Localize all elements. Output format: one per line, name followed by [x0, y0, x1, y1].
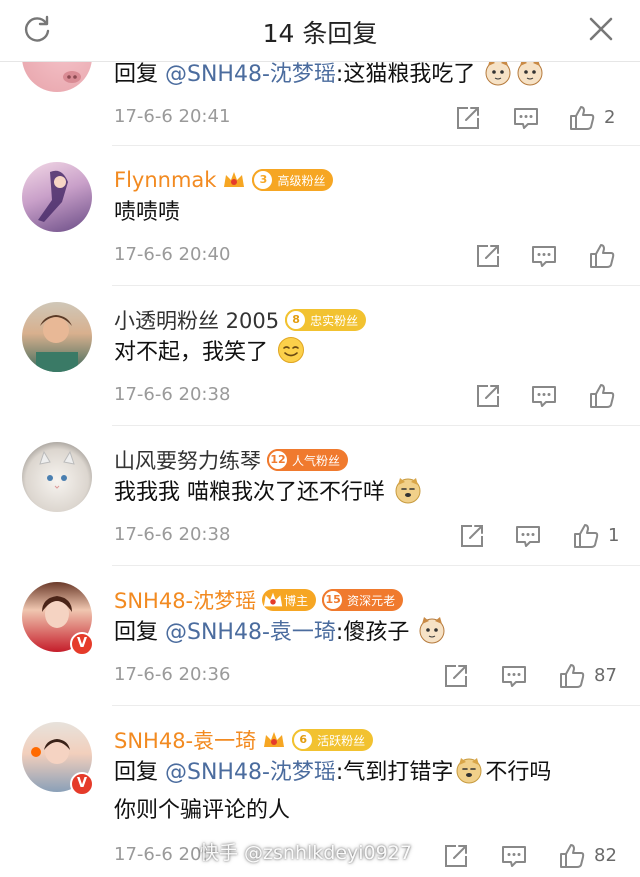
- username[interactable]: SNH48-袁一琦: [114, 725, 256, 755]
- timestamp: 17-6-6 20:36: [114, 664, 231, 685]
- like-count: 2: [604, 107, 616, 128]
- comment-item: V SNH48-沈梦瑶 博主 15 资深元老 回复 @SNH48-袁一琦:傻孩子 …: [0, 566, 640, 706]
- comment-text: 啧啧啧: [114, 200, 181, 225]
- user-info: Flynnmak 3 高级粉丝: [114, 165, 334, 195]
- comment-icon[interactable]: [512, 104, 540, 132]
- like-icon[interactable]: [558, 842, 586, 870]
- username[interactable]: 山风要努力练琴: [114, 445, 261, 475]
- crown-icon: [224, 172, 245, 187]
- crown-icon: [264, 732, 285, 747]
- comment-icon[interactable]: [500, 842, 528, 870]
- comment-text-line: 你则个骗评论的人: [114, 798, 291, 823]
- comment-item: 山风要努力练琴 12 人气粉丝 我我我 喵粮我次了还不行咩 17-6-6 20:3…: [0, 426, 640, 566]
- doge-emoji-icon: [456, 758, 482, 784]
- watermark: 快手 @zsnhlkdeyi0927: [200, 842, 412, 864]
- comment-meta: 17-6-6 20:38: [114, 382, 640, 412]
- smile-emoji-icon: [278, 337, 305, 363]
- comment-icon[interactable]: [530, 242, 558, 270]
- avatar[interactable]: [22, 62, 92, 92]
- comment-item: Flynnmak 3 高级粉丝 啧啧啧 17-6-6 20:40: [0, 146, 640, 286]
- share-icon[interactable]: [442, 842, 470, 870]
- mention-link[interactable]: @SNH48-沈梦瑶: [165, 62, 336, 87]
- avatar[interactable]: [22, 442, 92, 512]
- avatar[interactable]: [22, 162, 92, 232]
- username[interactable]: SNH48-沈梦瑶: [114, 585, 256, 615]
- share-icon[interactable]: [458, 522, 486, 550]
- fan-level-badge[interactable]: 12 人气粉丝: [267, 449, 349, 471]
- verified-badge: V: [70, 632, 94, 656]
- comment-icon[interactable]: [530, 382, 558, 410]
- fan-level-badge[interactable]: 15 资深元老: [322, 589, 404, 611]
- timestamp: 17-6-6 20:41: [114, 106, 231, 127]
- comment-meta: 17-6-6 20:38 1: [114, 522, 640, 552]
- cat-emoji-icon: [419, 617, 445, 644]
- share-icon[interactable]: [474, 242, 502, 270]
- comment-text: 回复 @SNH48-袁一琦:傻孩子: [114, 614, 620, 652]
- author-badge: 博主: [262, 589, 317, 611]
- comment-text: 对不起，我笑了: [114, 334, 620, 372]
- comment-meta: 17-6-6 20:41 2: [114, 104, 640, 134]
- username[interactable]: Flynnmak: [114, 168, 216, 192]
- user-info: 小透明粉丝 2005 8 忠实粉丝: [114, 305, 367, 335]
- like-icon[interactable]: [572, 522, 600, 550]
- timestamp: 17-6-6 20:38: [114, 384, 231, 405]
- comment-item: 回复 @SNH48-沈梦瑶:这猫粮我吃了 17-6-6 20:41 2: [0, 62, 640, 146]
- comment-text: 回复 @SNH48-沈梦瑶:这猫粮我吃了: [114, 62, 620, 94]
- share-icon[interactable]: [442, 662, 470, 690]
- username[interactable]: 小透明粉丝 2005: [114, 305, 279, 335]
- comment-meta: 17-6-6 20:36 87: [114, 662, 640, 692]
- mention-link[interactable]: @SNH48-沈梦瑶: [165, 760, 336, 785]
- white-cat-icon: [39, 450, 75, 489]
- like-icon[interactable]: [588, 242, 616, 270]
- close-icon[interactable]: [586, 14, 616, 44]
- header-bar: 14 条回复: [0, 0, 640, 62]
- share-icon[interactable]: [454, 104, 482, 132]
- user-info: SNH48-沈梦瑶 博主 15 资深元老: [114, 585, 404, 615]
- crown-icon: [263, 592, 283, 607]
- fan-level-badge[interactable]: 3 高级粉丝: [252, 169, 334, 191]
- like-icon[interactable]: [588, 382, 616, 410]
- timestamp: 17-6-6 20:38: [114, 524, 231, 545]
- comment-item: 小透明粉丝 2005 8 忠实粉丝 对不起，我笑了 17-6-6 20:38: [0, 286, 640, 426]
- anime-figure-icon: [38, 170, 68, 222]
- like-count: 87: [594, 665, 617, 686]
- comment-icon[interactable]: [514, 522, 542, 550]
- comment-text: 我我我 喵粮我次了还不行咩: [114, 474, 620, 512]
- verified-badge: V: [70, 772, 94, 796]
- cat-emoji-icon: [517, 62, 543, 86]
- user-info: SNH48-袁一琦 6 活跃粉丝: [114, 725, 374, 755]
- person-photo-icon: [36, 315, 78, 372]
- share-icon[interactable]: [474, 382, 502, 410]
- comment-text: 回复 @SNH48-沈梦瑶:气到打错字 不行吗 你则个骗评论的人: [114, 754, 620, 830]
- mention-link[interactable]: @SNH48-袁一琦: [165, 620, 336, 645]
- doge-emoji-icon: [395, 478, 421, 504]
- like-icon[interactable]: [558, 662, 586, 690]
- pig-icon: [63, 71, 81, 83]
- timestamp: 17-6-6 20:40: [114, 244, 231, 265]
- page-title: 14 条回复: [262, 19, 378, 48]
- like-count: 82: [594, 845, 617, 866]
- avatar[interactable]: [22, 302, 92, 372]
- like-icon[interactable]: [568, 104, 596, 132]
- fan-level-badge[interactable]: 8 忠实粉丝: [285, 309, 367, 331]
- like-count: 1: [608, 525, 620, 546]
- comment-list[interactable]: 回复 @SNH48-沈梦瑶:这猫粮我吃了 17-6-6 20:41 2 Flyn…: [0, 62, 640, 877]
- fan-level-badge[interactable]: 6 活跃粉丝: [292, 729, 374, 751]
- timestamp: 17-6-6 20:: [114, 844, 208, 865]
- user-info: 山风要努力练琴 12 人气粉丝: [114, 445, 349, 475]
- comment-meta: 17-6-6 20:40: [114, 242, 640, 272]
- comment-icon[interactable]: [500, 662, 528, 690]
- cat-emoji-icon: [485, 62, 511, 86]
